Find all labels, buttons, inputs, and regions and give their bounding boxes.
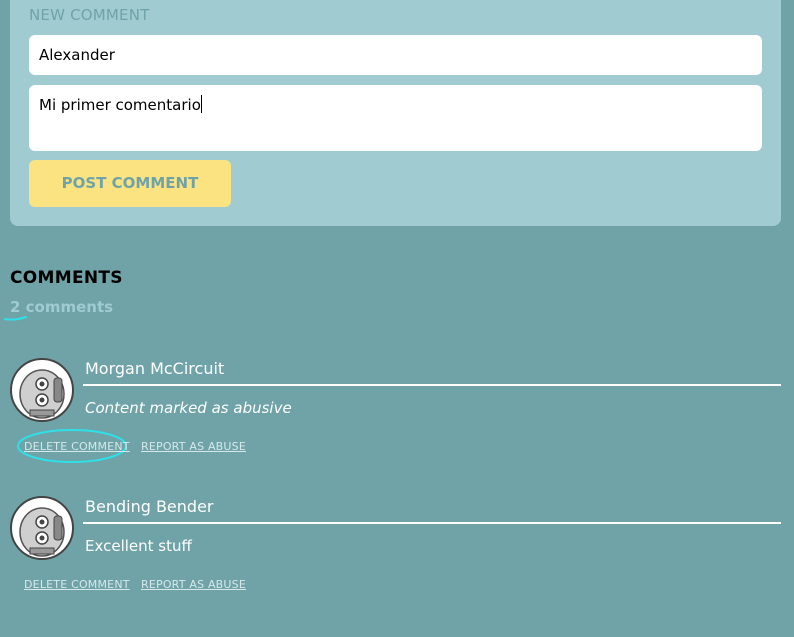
comment-item: Morgan McCircuit Content marked as abusi… (10, 358, 781, 468)
comment-body: Content marked as abusive (85, 399, 292, 417)
robot-avatar-icon (10, 358, 74, 422)
report-abuse-link[interactable]: REPORT AS ABUSE (141, 440, 246, 453)
text-caret (200, 95, 202, 113)
name-input[interactable]: Alexander (29, 35, 762, 75)
delete-comment-link[interactable]: DELETE COMMENT (24, 440, 130, 453)
comments-heading: COMMENTS (10, 268, 123, 288)
new-comment-label: NEW COMMENT (29, 6, 150, 24)
divider (83, 522, 781, 524)
comment-author: Morgan McCircuit (85, 359, 225, 378)
comment-item: Bending Bender Excellent stuff DELETE CO… (10, 496, 781, 606)
comment-text: Mi primer comentario (39, 96, 201, 114)
delete-comment-link[interactable]: DELETE COMMENT (24, 578, 130, 591)
comment-body: Excellent stuff (85, 537, 192, 555)
robot-avatar-icon (10, 496, 74, 560)
count-underline-annotation (4, 316, 27, 321)
comment-author: Bending Bender (85, 497, 214, 516)
comment-textarea[interactable]: Mi primer comentario (29, 85, 762, 151)
post-comment-button[interactable]: POST COMMENT (29, 160, 231, 207)
report-abuse-link[interactable]: REPORT AS ABUSE (141, 578, 246, 591)
divider (83, 384, 781, 386)
